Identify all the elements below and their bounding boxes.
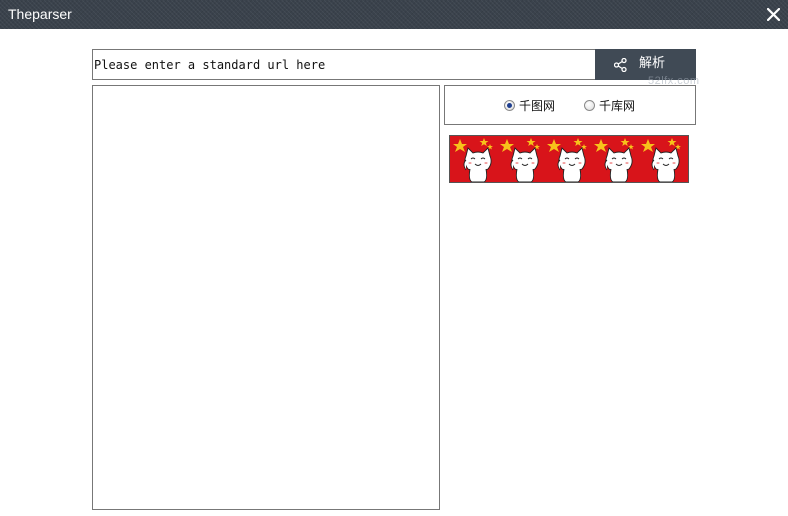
- source-radio-group: 千图网 千库网: [444, 85, 696, 125]
- radio-button-unchecked[interactable]: [584, 100, 595, 111]
- radio-button-checked[interactable]: [504, 100, 515, 111]
- title-bar[interactable]: Theparser: [0, 0, 788, 29]
- share-icon: [614, 58, 627, 72]
- result-textarea[interactable]: [92, 85, 440, 510]
- url-input[interactable]: [92, 49, 595, 80]
- app-window: Theparser 解析 52lfx.com 千图网 千库网: [0, 0, 788, 516]
- close-button[interactable]: [760, 0, 788, 29]
- parse-button-label: 解析: [639, 56, 666, 71]
- close-icon: [767, 8, 780, 21]
- radio-label: 千图网: [519, 99, 556, 113]
- radio-label: 千库网: [599, 99, 636, 113]
- cartoon-banner-image: [449, 135, 689, 183]
- window-title: Theparser: [8, 6, 72, 22]
